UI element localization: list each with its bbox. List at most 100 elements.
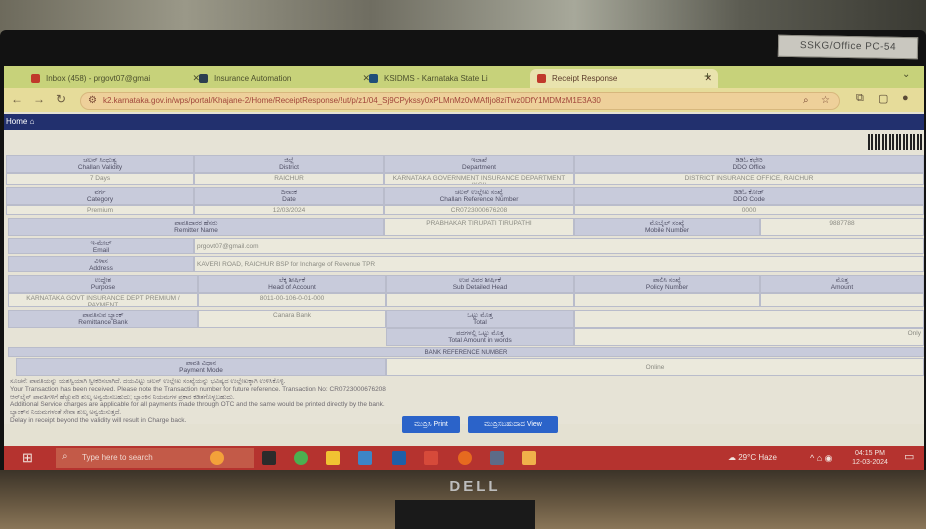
monitor-logo: DELL [449,478,501,495]
total-label: ಒಟ್ಟು ಮೊತ್ತ Total [386,310,574,328]
table-row-sub-detailed-head [386,293,574,307]
receipt-content: ಚಲನ್ ಸಿಂಧುತ್ವ Challan Validity ಜಿಲ್ಲೆ Di… [4,130,924,433]
tab-ksidms[interactable]: KSIDMS - Karnataka State Li ✕ [362,69,546,88]
challan-ref-label: ಚಲನ್ ಉಲ್ಲೇಖ ಸಂಖ್ಯೆ Challan Reference Num… [384,187,574,205]
clock-date: 12-03-2024 [852,459,888,466]
policy-number-header: ಪಾಲಿಸಿ ಸಂಖ್ಯೆ Policy Number [574,275,760,293]
system-tray[interactable]: ^ ⌂ ◉ [810,446,833,470]
note-line: Your Transaction has been received. Plea… [10,385,386,393]
windows-taskbar: ⊞ ⌕ Type here to search ☁ 29°C Haze ^ ⌂ … [4,446,924,470]
payment-mode-header: ಪಾವತಿ ವಿಧಾನ Payment Mode [16,358,386,376]
forward-icon[interactable]: → [32,92,46,106]
tab-search-icon[interactable]: ⌄ [902,69,910,80]
search-placeholder: Type here to search [82,453,153,462]
ddo-office-value: DISTRICT INSURANCE OFFICE, RAICHUR [574,173,924,185]
office-icon[interactable] [424,451,438,465]
total-words-value: Only [574,328,924,346]
monitor-screen: Inbox (458) - prgovt07@gmai ✕ Insurance … [4,66,924,470]
table-row-head-of-account: 8011-00-106-0-01-000 [198,293,386,307]
district-value: RAICHUR [194,173,384,185]
email-label: ಇ-ಮೇಲ್ Email [8,238,194,254]
tab-inbox[interactable]: Inbox (458) - prgovt07@gmai ✕ [24,69,206,88]
page-icon [369,74,378,83]
tab-insurance-automation[interactable]: Insurance Automation ✕ [192,69,376,88]
sidepanel-icon[interactable]: ▢ [878,92,888,105]
printable-view-button[interactable]: ಮುದ್ರಿಸಬಹುದಾದ View [468,416,558,433]
paint-icon[interactable] [522,451,536,465]
note-line: ಸೂಚನೆ: ಪಾವತಿಯನ್ನು ಯಶಸ್ವಿಯಾಗಿ ಸ್ವೀಕರಿಸಲಾಗ… [10,378,286,385]
weather-widget[interactable]: ☁ 29°C Haze [728,446,777,470]
url-text[interactable]: k2.karnataka.gov.in/wps/portal/Khajane-2… [103,93,783,109]
windows-start-icon[interactable]: ⊞ [22,450,33,466]
department-label: ಇಲಾಖೆ Department [384,155,574,173]
calculator-icon[interactable] [490,451,504,465]
note-line: ಆನ್‌ಲೈನ್ ಪಾವತಿಗಳಿಗೆ ಹೆಚ್ಚುವರಿ ಶುಲ್ಕ ಅನ್ವ… [10,393,235,401]
file-explorer-icon[interactable] [326,451,340,465]
outlook-icon[interactable] [358,451,372,465]
department-value: KARNATAKA GOVERNMENT INSURANCE DEPARTMEN… [384,173,574,185]
asset-sticker: SSKG/Office PC-54 [777,34,919,60]
bookmark-star-icon[interactable]: ☆ [821,93,830,109]
remittance-bank-label: ಪಾವತಿಸುವ ಬ್ಯಾಂಕ್ Remittance Bank [8,310,198,328]
profile-avatar-icon[interactable]: ● [902,92,909,104]
district-label: ಜಿಲ್ಲೆ District [194,155,384,173]
browser-tab-strip: Inbox (458) - prgovt07@gmai ✕ Insurance … [4,66,924,88]
challan-validity-label: ಚಲನ್ ಸಿಂಧುತ್ವ Challan Validity [6,155,194,173]
ddo-office-label: ಡಿಡಿಓ ಕಛೇರಿ DDO Office [574,155,924,173]
mobile-value: 9887788 [760,218,924,236]
notification-icon[interactable]: ▭ [904,450,914,463]
head-of-account-header: ಲೆಕ್ಕ ಶೀರ್ಷಿಕೆ Head of Account [198,275,386,293]
challan-ref-value: CR0723000676208 [384,205,574,215]
tab-label: KSIDMS - Karnataka State Li [384,74,488,83]
chrome-icon[interactable] [294,451,308,465]
tab-label: Inbox (458) - prgovt07@gmai [46,74,151,83]
bank-reference-label: BANK REFERENCE NUMBER [8,347,924,357]
extensions-icon[interactable]: ⧉ [856,92,864,105]
barcode-image [868,134,922,150]
cortana-holi-icon[interactable] [210,451,224,465]
tab-label: Receipt Response [552,74,618,83]
page-icon [199,74,208,83]
address-label: ವಿಳಾಸ Address [8,256,194,272]
portal-header-bar: Home ⌂ [4,114,924,130]
total-value [574,310,924,328]
address-bar[interactable]: ⚙ k2.karnataka.gov.in/wps/portal/Khajane… [80,92,840,110]
tab-receipt-response[interactable]: Receipt Response ✕ [530,69,718,88]
remittance-bank-value: Canara Bank [198,310,386,328]
ddo-code-value: 0000 [574,205,924,215]
reload-icon[interactable]: ↻ [54,92,68,106]
site-info-icon[interactable]: ⚙ [88,93,97,109]
gmail-icon [31,74,40,83]
date-value: 12/03/2024 [194,205,384,215]
back-icon[interactable]: ← [10,92,24,106]
category-label: ವರ್ಗ Category [6,187,194,205]
clock-time: 04:15 PM [855,450,885,457]
firefox-icon[interactable] [458,451,472,465]
payment-mode-value: Online [386,358,924,376]
print-pdf-button[interactable]: ಮುದ್ರಿಸಿ Print [402,416,460,433]
email-value: prgovt07@gmail.com [194,238,924,254]
sub-detailed-head-header: ಉಪ ವಿವರ ಶೀರ್ಷಿಕೆ Sub Detailed Head [386,275,574,293]
tab-label: Insurance Automation [214,74,292,83]
purpose-header: ಉದ್ದೇಶ Purpose [8,275,198,293]
table-row-amount [760,293,924,307]
remitter-name-label: ಪಾವತಿದಾರರ ಹೆಸರು Remitter Name [8,218,384,236]
table-row-policy-number [574,293,760,307]
amount-header: ಮೊತ್ತ Amount [760,275,924,293]
total-words-label: ಪದಗಳಲ್ಲಿ ಒಟ್ಟು ಮೊತ್ತ Total Amount in wor… [386,328,574,346]
clock[interactable]: 04:15 PM 12-03-2024 [850,449,890,467]
task-view-icon[interactable] [262,451,276,465]
search-icon: ⌕ [62,451,68,462]
table-row-purpose: KARNATAKA GOVT INSURANCE DEPT PREMIUM / … [8,293,198,307]
zoom-icon[interactable]: ⌕ [803,93,809,109]
note-line: Additional Service charges are applicabl… [10,401,385,409]
address-value: KAVERI ROAD, RAICHUR BSP for Incharge of… [194,256,924,272]
new-tab-button[interactable]: + [704,69,711,83]
category-value: Premium [6,205,194,215]
mobile-label: ಮೊಬೈಲ್ ಸಂಖ್ಯೆ Mobile Number [574,218,760,236]
taskbar-search-box[interactable]: ⌕ Type here to search [56,448,254,468]
date-label: ದಿನಾಂಕ Date [194,187,384,205]
remitter-name-value: PRABHAKAR TIRUPATI TIRUPATHI [384,218,574,236]
mail-icon[interactable] [392,451,406,465]
home-link[interactable]: Home ⌂ [6,114,34,130]
